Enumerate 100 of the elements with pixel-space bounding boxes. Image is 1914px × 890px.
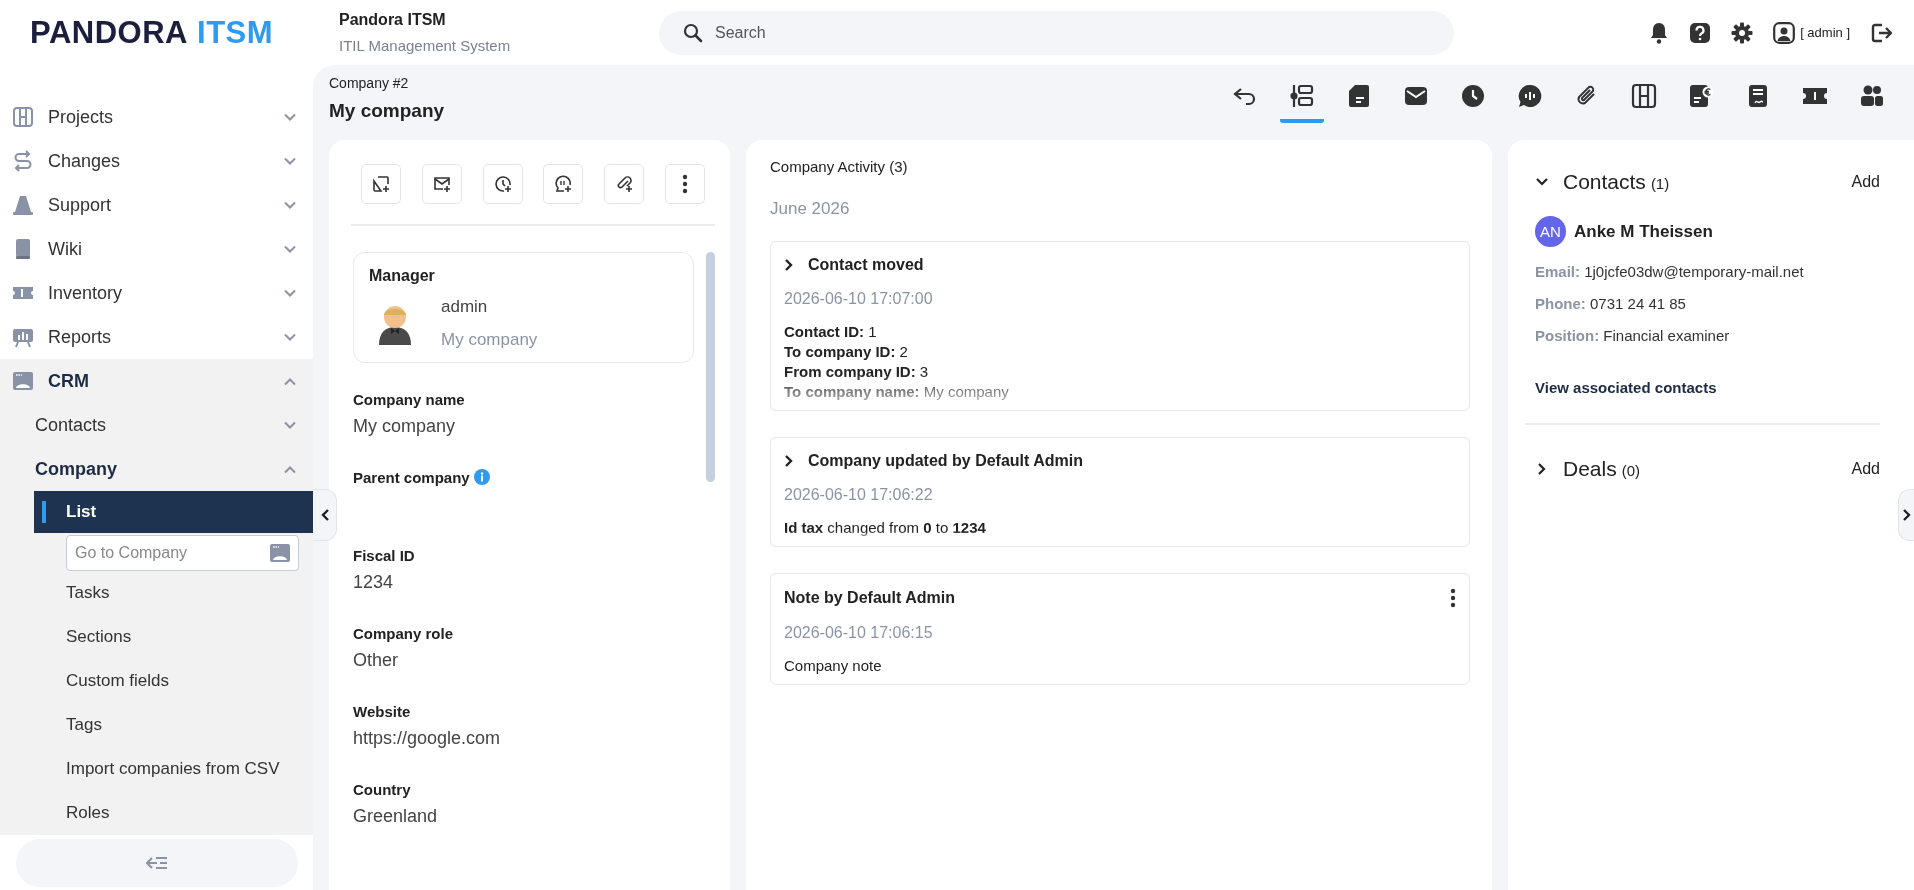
field-value: My company — [353, 416, 457, 437]
activity-time: 2026-06-10 17:06:15 — [784, 624, 934, 642]
chevron-icon — [283, 376, 297, 386]
chevron-icon — [283, 464, 297, 474]
field-value: https://google.com — [353, 728, 502, 749]
settings-icon[interactable] — [1731, 21, 1754, 44]
add-attachment-icon — [615, 175, 634, 193]
chevron-icon — [283, 332, 297, 342]
scrollbar[interactable] — [706, 252, 715, 482]
activity-time: 2026-06-10 17:07:00 — [784, 290, 934, 308]
activity-text: Contact ID: 1 — [784, 322, 878, 342]
breadcrumb: Company #2 — [329, 75, 410, 91]
user-menu[interactable]: [ admin ] — [1773, 21, 1850, 44]
collapse-icon — [145, 855, 168, 870]
chevron-icon[interactable] — [784, 454, 794, 468]
field-label: Parent company — [353, 469, 470, 486]
tab-icon — [1460, 83, 1486, 109]
field-label: Company role — [353, 625, 454, 642]
activity-text: Id tax changed from 0 to 1234 — [784, 518, 987, 538]
manager-name: admin — [441, 297, 489, 317]
sidebar-item[interactable]: CRM — [0, 359, 313, 403]
action-button[interactable] — [665, 164, 705, 204]
manager-company: My company — [441, 330, 538, 350]
search-field[interactable]: Search — [659, 10, 1454, 55]
field-label: Fiscal ID — [353, 547, 415, 564]
sidebar-item[interactable]: Company — [0, 447, 313, 491]
sidebar-link[interactable]: Custom fields — [34, 659, 313, 703]
tab-icon — [1517, 83, 1543, 109]
action-button[interactable] — [482, 164, 523, 204]
field-label: Company name — [353, 391, 465, 408]
sidebar-item[interactable]: Wiki — [0, 227, 313, 271]
go-to-field[interactable]: Go to Company — [66, 535, 299, 571]
add-comment-icon — [554, 175, 573, 193]
initials-avatar: AN — [1535, 216, 1566, 247]
chevron-icon — [283, 288, 297, 298]
sidebar-link[interactable]: Tags — [34, 703, 313, 747]
field-value: 1234 — [353, 572, 395, 593]
activity-title: Note by Default Admin — [784, 589, 956, 607]
activity-time: 2026-06-10 17:06:22 — [784, 486, 934, 504]
app-subtitle: ITIL Management System — [339, 37, 512, 54]
bell-icon[interactable] — [1649, 21, 1670, 44]
tab-icon — [1688, 83, 1714, 109]
add-mail-icon — [432, 175, 451, 193]
field-value: Greenland — [353, 806, 439, 827]
contact-detail: Phone: 0731 24 41 85 — [1535, 295, 1687, 312]
sidebar-item[interactable]: Inventory — [0, 271, 313, 315]
more-icon[interactable] — [1450, 588, 1456, 608]
tab-icon — [1289, 83, 1315, 109]
field-label: Country — [353, 781, 411, 798]
sidebar-link[interactable]: Roles — [34, 791, 313, 835]
month-heading: June 2026 — [770, 199, 851, 219]
module-icon — [12, 150, 34, 172]
user-icon — [1773, 21, 1796, 44]
activity-title: Company Activity (3) — [770, 158, 909, 175]
sidebar-link[interactable]: Import companies from CSV — [34, 747, 313, 791]
field-value: Other — [353, 650, 400, 671]
activity-text: From company ID: 3 — [784, 362, 930, 382]
logout-icon[interactable] — [1870, 21, 1894, 44]
sidebar-link[interactable]: List — [34, 491, 313, 533]
action-button[interactable] — [543, 164, 584, 204]
new-item-icon — [372, 175, 390, 193]
tab-icon — [1631, 83, 1657, 109]
activity-text: Company note — [784, 656, 883, 676]
add-link[interactable]: Add — [1851, 460, 1880, 478]
expand-handle[interactable] — [1898, 489, 1914, 541]
app-title: Pandora ITSM — [339, 11, 447, 29]
action-button[interactable] — [361, 164, 401, 204]
add-link[interactable]: Add — [1851, 173, 1880, 191]
page-title: My company — [329, 100, 445, 122]
section-toggle[interactable]: Contacts (1) — [1535, 170, 1670, 194]
sidebar-link[interactable]: Sections — [34, 615, 313, 659]
action-button[interactable] — [604, 164, 645, 204]
sidebar-item[interactable]: Contacts — [0, 403, 313, 447]
section-toggle[interactable]: Deals (0) — [1535, 457, 1641, 481]
chevron-icon — [283, 420, 297, 430]
tab-icon — [1859, 83, 1885, 109]
sidebar-item[interactable]: Changes — [0, 139, 313, 183]
chevron-icon — [319, 508, 330, 522]
company-icon — [268, 542, 292, 564]
chevron-icon[interactable] — [784, 258, 794, 272]
chevron-icon — [283, 156, 297, 166]
pandora-itsm-logo: PANDORA ITSM — [29, 13, 275, 52]
sidebar-link[interactable]: Tasks — [34, 571, 313, 615]
activity-title: Company updated by Default Admin — [808, 452, 1084, 470]
chevron-icon — [283, 200, 297, 210]
contact-name[interactable]: Anke M Theissen — [1574, 221, 1713, 242]
sidebar-item[interactable]: Reports — [0, 315, 313, 359]
chevron-icon — [1901, 508, 1912, 522]
help-icon[interactable] — [1689, 21, 1712, 44]
info-icon[interactable] — [473, 469, 490, 485]
field-label: Website — [353, 703, 411, 720]
more-icon — [682, 174, 688, 194]
activity-title: Contact moved — [808, 256, 925, 274]
contact-detail: Email: 1j0jcfe03dw@temporary-mail.net — [1535, 263, 1805, 280]
view-contacts-link[interactable]: View associated contacts — [1535, 379, 1717, 396]
action-button[interactable] — [421, 164, 462, 204]
tab-icon — [1346, 83, 1372, 109]
sidebar-item[interactable]: Projects — [0, 95, 313, 139]
sidebar-item[interactable]: Support — [0, 183, 313, 227]
collapse-handle[interactable] — [313, 489, 337, 541]
